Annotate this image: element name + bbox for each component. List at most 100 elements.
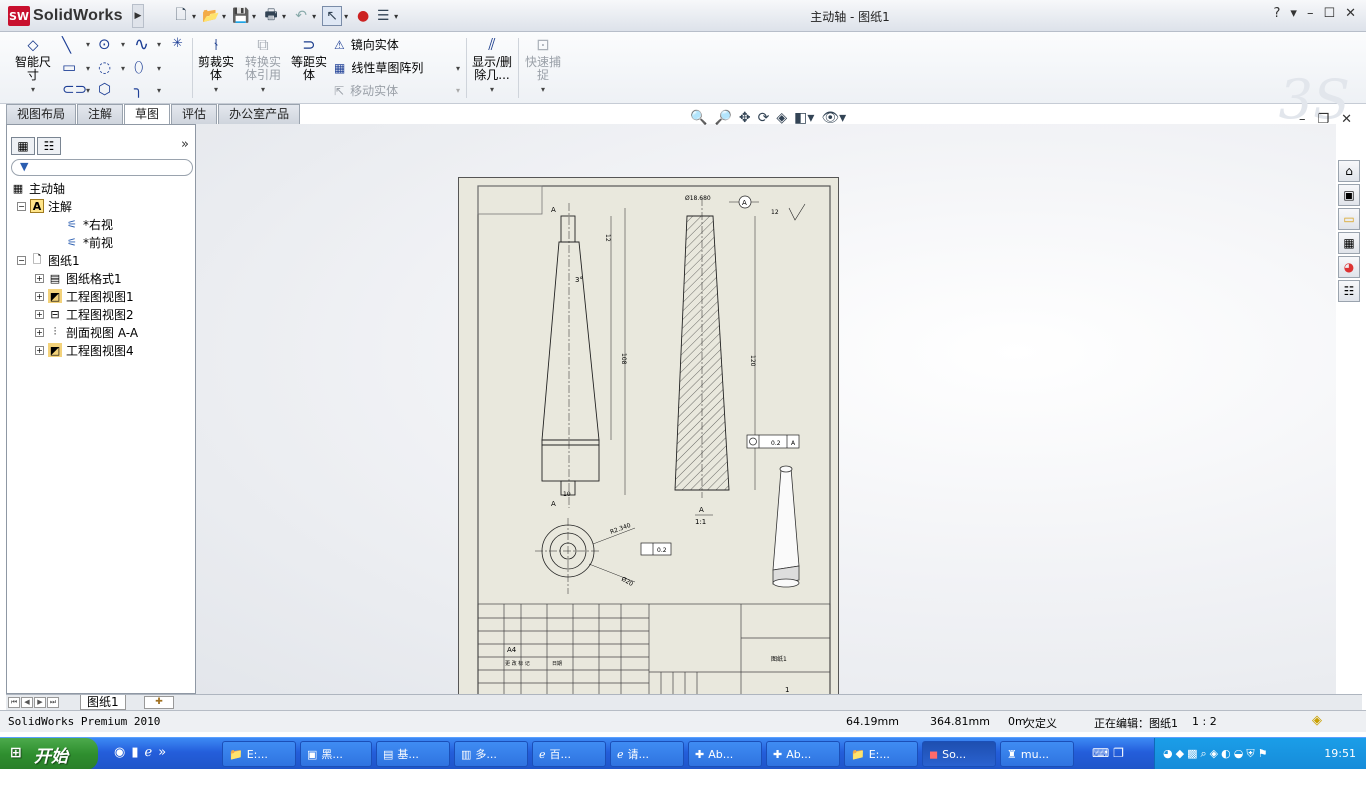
tree-item-right-view[interactable]: ⚟ *右视 [65,215,113,233]
redraw-icon[interactable]: ⟳ [758,110,770,126]
collapse-icon[interactable]: − [17,255,26,265]
quicklaunch-more-icon[interactable]: » [158,745,166,760]
arc-dropdown-icon[interactable]: ▾ [121,64,125,73]
network-icon[interactable]: ▩ [1187,747,1197,761]
slot-icon[interactable]: ⊂⊃ [62,80,87,98]
flag-icon[interactable]: ⚑ [1258,747,1268,761]
taskbar-item-solidworks[interactable]: ◼ So... [922,741,996,767]
sheet-tab-1[interactable]: 图纸1 [80,695,126,710]
zoom-to-fit-icon[interactable]: 🔍 [690,110,707,126]
taskbar-item-explorer-2[interactable]: 📁 E:... [844,741,918,767]
circle-dropdown-icon[interactable]: ▾ [121,40,125,49]
circle-icon[interactable]: ⊙ [98,35,111,53]
volume-icon[interactable]: ◐ [1221,747,1231,761]
zoom-to-area-icon[interactable]: 🔎 [714,110,731,126]
pan-icon[interactable]: ✥ [739,110,751,126]
fillet-icon[interactable]: ╮ [134,80,143,98]
tab-annotation[interactable]: 注解 [77,104,124,124]
taskbar-item-ie-1[interactable]: ℯ 百... [532,741,606,767]
trim-dropdown-icon[interactable]: ▾ [214,85,218,94]
taskbar-item-ab-2[interactable]: ✚ Ab... [766,741,840,767]
antivirus-icon[interactable]: ◆ [1176,747,1184,761]
ellipse-dropdown-icon[interactable]: ▾ [157,64,161,73]
tree-item-root[interactable]: ▦ 主动轴 [11,179,65,197]
expand-icon[interactable]: + [35,345,44,355]
display-style-icon[interactable]: ◧▾ [794,110,814,126]
language-bar[interactable]: ⌨ ❐ [1092,746,1124,760]
tab-office-products[interactable]: 办公室产品 [218,104,301,124]
isometric-view[interactable] [772,465,800,588]
prev-sheet-icon[interactable]: ◀ [21,697,33,708]
display-delete-relations-button[interactable]: ⫽ 显示/删 除几... ▾ [470,37,514,96]
add-sheet-icon[interactable]: ✚ [144,696,174,709]
update-icon[interactable]: ◈ [1210,747,1218,761]
home-icon[interactable]: ⌂ [1338,160,1360,182]
trim-entities-button[interactable]: ⫮ 剪裁实 体 ▾ [196,37,236,96]
title-block[interactable] [477,603,831,696]
doc-close-icon[interactable]: ✕ [1341,112,1352,127]
offset-entities-button[interactable]: ⊃ 等距实 体 [289,37,329,82]
taskbar-item-ie-2[interactable]: ℯ 请... [610,741,684,767]
spline-dropdown-icon[interactable]: ▾ [157,40,161,49]
line-icon[interactable]: ╲ [62,36,71,54]
tree-filter-input[interactable]: ▼ [11,159,193,176]
convert-entities-button[interactable]: ⧉ 转换实 体引用 ▾ [242,37,284,96]
ie-icon[interactable]: ℯ [145,745,153,760]
doc-restore-icon[interactable]: ❐ [1317,112,1329,127]
taskbar-item-word[interactable]: ▥ 多... [454,741,528,767]
expand-icon[interactable]: + [35,291,44,301]
hide-show-icon[interactable]: 👁▾ [821,110,846,126]
app-launch-icon[interactable]: ▮ [131,745,138,760]
show-desktop-icon[interactable]: ◉ [114,745,125,760]
tree-item-section-view[interactable]: + ⫶ 剖面视图 A-A [35,323,138,341]
convert-dropdown-icon[interactable]: ▾ [261,85,265,94]
taskbar-item-pdf[interactable]: ▤ 基... [376,741,450,767]
quick-snaps-button[interactable]: ⊡ 快速捕 捉 ▾ [522,37,564,96]
line-dropdown-icon[interactable]: ▾ [86,40,90,49]
smart-dimension-dropdown-icon[interactable]: ▾ [31,85,35,94]
taskbar-item-2[interactable]: ▣ 黑... [300,741,372,767]
tree-item-annotations[interactable]: − A 注解 [17,197,72,215]
tree-item-sheet[interactable]: − 🗋 图纸1 [17,251,80,269]
search-icon[interactable]: ⌕ [1200,747,1206,761]
appearances-icon[interactable]: ◕ [1338,256,1360,278]
ellipse-icon[interactable]: ⬯ [134,58,143,76]
smart-dimension-button[interactable]: ⬦ 智能尺 寸 ▾ [12,37,54,96]
spline-icon[interactable]: ∿ [134,34,149,55]
next-sheet-icon[interactable]: ▶ [34,697,46,708]
help-dropdown-icon[interactable]: ▾ [1290,6,1297,21]
property-manager-tab-icon[interactable]: ☷ [37,137,61,155]
first-sheet-icon[interactable]: ⏮ [8,697,20,708]
feature-manager-tab-icon[interactable]: ▦ [11,137,35,155]
taskbar-item-mu[interactable]: ♜ mu... [1000,741,1074,767]
polygon-icon[interactable]: ⬡ [98,80,111,98]
mirror-entities-button[interactable]: ⚠ 镜向实体 [334,36,399,53]
tab-evaluate[interactable]: 评估 [171,104,218,124]
help-button[interactable]: ? [1274,6,1281,21]
tab-view-layout[interactable]: 视图布局 [6,104,77,124]
front-view[interactable] [541,203,626,508]
taskbar-item-ab-1[interactable]: ✚ Ab... [688,741,762,767]
tag-icon[interactable]: ◈ [1312,713,1322,728]
expand-icon[interactable]: + [35,327,44,337]
expand-icon[interactable]: + [35,273,44,283]
view-palette-icon[interactable]: ▦ [1338,232,1360,254]
point-icon[interactable]: ✳ [172,36,183,51]
status-scale[interactable]: 1 : 2 [1192,715,1217,728]
minimize-icon[interactable]: – [1307,6,1314,21]
file-explorer-icon[interactable]: ▭ [1338,208,1360,230]
maximize-icon[interactable]: ☐ [1323,6,1335,21]
start-button[interactable]: ⊞ 开始 [0,738,98,770]
collapse-icon[interactable]: − [17,201,26,211]
custom-properties-icon[interactable]: ☷ [1338,280,1360,302]
move-entities-button[interactable]: ⇱ 移动实体 [334,82,398,99]
tab-sketch[interactable]: 草图 [124,104,171,125]
slot-dropdown-icon[interactable]: ▾ [86,86,90,95]
relations-dropdown-icon[interactable]: ▾ [490,85,494,94]
move-dropdown-icon[interactable]: ▾ [456,86,460,95]
tree-item-view4[interactable]: + ◩ 工程图视图4 [35,341,134,359]
qq-icon[interactable]: ◕ [1163,747,1173,761]
doc-minimize-icon[interactable]: – [1299,112,1306,127]
fillet-dropdown-icon[interactable]: ▾ [157,86,161,95]
tree-item-front-view[interactable]: ⚟ *前视 [65,233,113,251]
